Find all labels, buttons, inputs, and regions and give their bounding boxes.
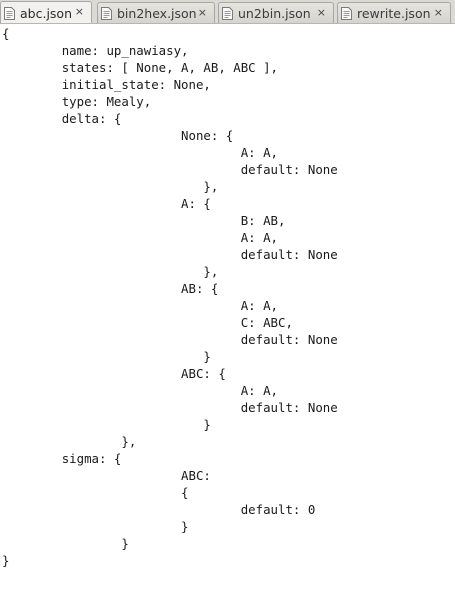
code-line: B: AB, xyxy=(2,213,286,228)
code-line: default: 0 xyxy=(2,502,316,517)
code-line: } xyxy=(2,553,10,568)
text-editor[interactable]: { name: up_nawiasy, states: [ None, A, A… xyxy=(0,25,455,615)
code-line: A: A, xyxy=(2,298,279,313)
code-line: } xyxy=(2,519,189,534)
tab-abc-json[interactable]: abc.json × xyxy=(0,1,92,23)
tab-un2bin-json[interactable]: un2bin.json × xyxy=(218,2,334,23)
code-line: default: None xyxy=(2,162,338,177)
tab-label: abc.json xyxy=(20,5,72,21)
code-line: default: None xyxy=(2,247,338,262)
code-line: }, xyxy=(2,179,219,194)
close-icon[interactable]: × xyxy=(198,6,207,20)
code-line: { xyxy=(2,26,10,41)
document-icon xyxy=(4,6,15,20)
tab-label: rewrite.json xyxy=(357,5,431,21)
code-line: name: up_nawiasy, xyxy=(2,43,189,58)
code-line: }, xyxy=(2,264,219,279)
code-line: type: Mealy, xyxy=(2,94,152,109)
tab-bar: abc.json × bin2hex.json × un2bin.json × … xyxy=(0,0,455,24)
code-line: A: A, xyxy=(2,145,279,160)
document-icon xyxy=(341,6,352,20)
document-icon xyxy=(101,6,112,20)
code-line: delta: { xyxy=(2,111,122,126)
code-line: default: None xyxy=(2,332,338,347)
code-line: }, xyxy=(2,434,137,449)
code-line: states: [ None, A, AB, ABC ], xyxy=(2,60,279,75)
code-line: } xyxy=(2,349,211,364)
code-line: A: A, xyxy=(2,230,279,245)
code-line: sigma: { xyxy=(2,451,122,466)
document-icon xyxy=(222,6,233,20)
tab-bin2hex-json[interactable]: bin2hex.json × xyxy=(97,2,215,23)
close-icon[interactable]: × xyxy=(317,6,326,20)
tab-rewrite-json[interactable]: rewrite.json × xyxy=(337,2,451,23)
code-line: A: { xyxy=(2,196,211,211)
tab-label: un2bin.json xyxy=(238,5,311,21)
code-line: default: None xyxy=(2,400,338,415)
code-line: C: ABC, xyxy=(2,315,293,330)
tab-label: bin2hex.json xyxy=(117,5,197,21)
code-line: None: { xyxy=(2,128,234,143)
code-view[interactable]: { name: up_nawiasy, states: [ None, A, A… xyxy=(0,25,455,569)
code-line: ABC: xyxy=(2,468,211,483)
code-line: } xyxy=(2,417,211,432)
code-line: ABC: { xyxy=(2,366,226,381)
close-icon[interactable]: × xyxy=(75,5,84,19)
close-icon[interactable]: × xyxy=(434,6,443,20)
code-line: A: A, xyxy=(2,383,279,398)
code-line: initial_state: None, xyxy=(2,77,211,92)
code-line: { xyxy=(2,485,189,500)
code-line: } xyxy=(2,536,129,551)
code-line: AB: { xyxy=(2,281,219,296)
